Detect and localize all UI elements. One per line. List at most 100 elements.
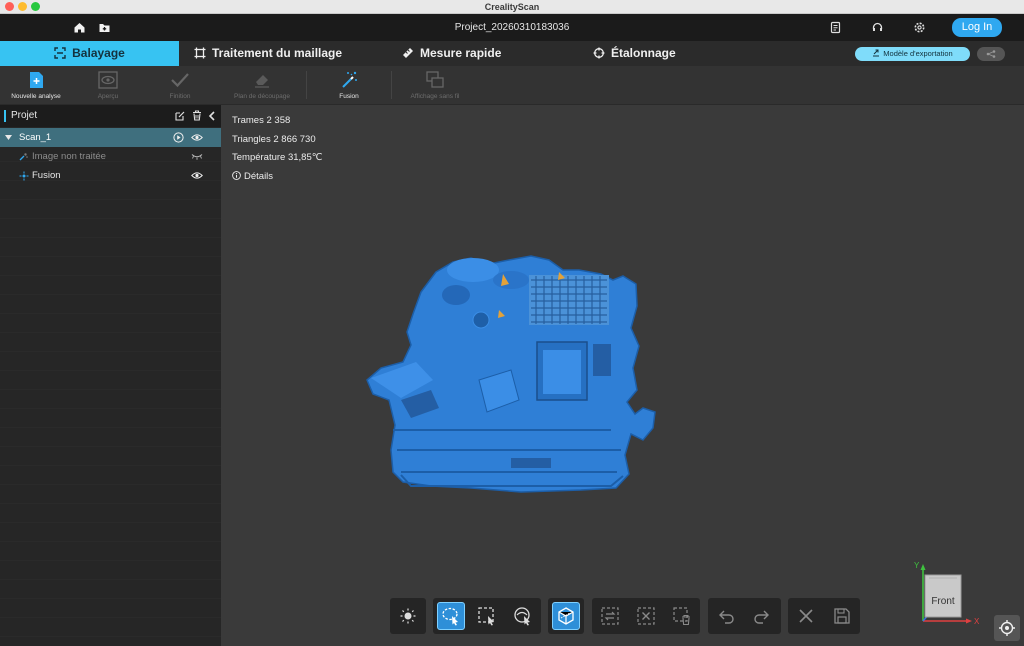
visibility-eye-icon[interactable] bbox=[191, 133, 203, 142]
settings-gear-icon[interactable] bbox=[913, 21, 926, 34]
fusion-label: Fusion bbox=[339, 93, 359, 100]
new-scan-button[interactable]: Nouvelle analyse bbox=[5, 70, 67, 100]
invert-selection-icon bbox=[601, 607, 619, 625]
project-panel-header: Projet bbox=[0, 105, 221, 127]
tab-traitement-maillage[interactable]: Traitement du maillage bbox=[194, 41, 342, 66]
orientation-cube[interactable]: Front Y X bbox=[911, 560, 1001, 630]
notes-icon[interactable] bbox=[829, 21, 842, 34]
clear-selection-button[interactable] bbox=[632, 602, 660, 630]
collapse-chevron-icon[interactable] bbox=[208, 111, 216, 121]
3d-viewport[interactable]: Trames 2 358 Triangles 2 866 730 Tempéra… bbox=[221, 105, 1024, 646]
tab-mesure-label: Mesure rapide bbox=[420, 46, 502, 60]
tree-item-raw-image[interactable]: Image non traitée bbox=[0, 147, 221, 166]
model-detail bbox=[593, 344, 611, 376]
share-button[interactable] bbox=[977, 47, 1005, 61]
mesh-icon bbox=[194, 47, 206, 59]
wireless-display-button[interactable]: Affichage sans fil bbox=[404, 70, 466, 100]
hidden-eye-icon[interactable] bbox=[191, 153, 203, 160]
expand-triangle-icon[interactable] bbox=[5, 135, 12, 140]
y-axis-arrow bbox=[920, 564, 926, 570]
accent-bar bbox=[4, 110, 6, 122]
close-icon bbox=[799, 609, 813, 623]
delete-selection-icon bbox=[673, 607, 690, 626]
window-title-bar: CrealityScan bbox=[0, 0, 1024, 14]
y-axis-label: Y bbox=[914, 561, 920, 570]
scanned-mesh-model[interactable] bbox=[361, 250, 661, 495]
invert-selection-button[interactable] bbox=[596, 602, 624, 630]
main-tab-bar: Balayage Traitement du maillage Mesure r… bbox=[0, 41, 1024, 66]
model-detail bbox=[472, 311, 490, 329]
trash-icon[interactable] bbox=[192, 110, 202, 121]
edit-icon[interactable] bbox=[175, 111, 185, 121]
redo-button[interactable] bbox=[748, 602, 776, 630]
app-window: CrealityScan Project_20260310183036 Log … bbox=[0, 0, 1024, 646]
play-icon[interactable] bbox=[173, 132, 184, 143]
light-bulb-icon bbox=[400, 608, 416, 624]
lighting-group bbox=[390, 598, 426, 634]
tree-item-fusion[interactable]: Fusion bbox=[0, 166, 221, 185]
delete-selection-button[interactable] bbox=[668, 602, 696, 630]
preview-button[interactable]: Aperçu bbox=[88, 70, 128, 100]
undo-icon bbox=[719, 610, 734, 624]
ruler-icon bbox=[403, 48, 413, 58]
brush-select-icon bbox=[514, 607, 530, 626]
surface-select-button[interactable] bbox=[509, 602, 537, 630]
lasso-icon bbox=[442, 607, 458, 626]
screen-mirror-icon bbox=[426, 71, 444, 88]
tree-item-raw-image-label: Image non traitée bbox=[32, 151, 106, 162]
finish-button[interactable]: Finition bbox=[160, 70, 200, 100]
undo-button[interactable] bbox=[712, 602, 740, 630]
wireless-display-label: Affichage sans fil bbox=[410, 93, 460, 100]
redo-icon bbox=[754, 610, 769, 624]
toolbar-separator bbox=[391, 71, 392, 99]
tab-balayage[interactable]: Balayage bbox=[0, 41, 179, 66]
temperature-value: Température 31,85℃ bbox=[232, 152, 323, 163]
login-button[interactable]: Log In bbox=[952, 18, 1002, 37]
model-detail bbox=[493, 271, 529, 289]
reset-view-button[interactable] bbox=[994, 615, 1020, 641]
save-edit-button[interactable] bbox=[828, 602, 856, 630]
export-arrow-icon bbox=[873, 49, 880, 57]
tab-mesure-rapide[interactable]: Mesure rapide bbox=[402, 41, 501, 66]
model-detail bbox=[543, 350, 581, 394]
rectangle-select-button[interactable] bbox=[473, 602, 501, 630]
fusion-button[interactable]: Fusion bbox=[330, 70, 368, 100]
visibility-eye-icon[interactable] bbox=[191, 171, 203, 180]
model-grid-panel bbox=[529, 275, 609, 325]
window-title: CrealityScan bbox=[484, 2, 540, 12]
toolbar-separator bbox=[306, 71, 307, 99]
front-label: Front bbox=[931, 596, 955, 607]
eraser-icon bbox=[255, 75, 269, 88]
info-icon bbox=[232, 170, 241, 180]
model-detail bbox=[447, 258, 499, 282]
support-headset-icon[interactable] bbox=[871, 21, 884, 34]
magic-wand-icon bbox=[342, 71, 357, 88]
export-model-button[interactable]: Modèle d'exportation bbox=[855, 47, 970, 61]
checkmark-icon bbox=[171, 73, 189, 88]
project-sidebar: Projet Scan_1 Image non traitée Fusion bbox=[0, 105, 221, 646]
crosshair-icon bbox=[593, 47, 605, 59]
new-document-icon bbox=[29, 72, 43, 88]
details-link[interactable]: Détails bbox=[232, 168, 322, 187]
through-select-button[interactable] bbox=[552, 602, 580, 630]
selection-group bbox=[433, 598, 541, 634]
preview-label: Aperçu bbox=[97, 93, 119, 100]
export-model-label: Modèle d'exportation bbox=[883, 49, 953, 58]
cube-icon bbox=[558, 607, 574, 625]
lasso-select-button[interactable] bbox=[437, 602, 465, 630]
lighting-button[interactable] bbox=[394, 602, 422, 630]
locate-target-icon bbox=[999, 620, 1015, 636]
tree-item-scan[interactable]: Scan_1 bbox=[0, 128, 221, 147]
tab-etalonnage-label: Étalonnage bbox=[611, 46, 676, 60]
cut-plane-label: Plan de découpage bbox=[233, 93, 291, 100]
cancel-edit-button[interactable] bbox=[792, 602, 820, 630]
x-axis-label: X bbox=[974, 617, 980, 626]
tree-item-scan-label: Scan_1 bbox=[19, 132, 52, 143]
model-detail bbox=[511, 458, 551, 468]
edit-confirm-group bbox=[788, 598, 860, 634]
tab-etalonnage[interactable]: Étalonnage bbox=[593, 41, 676, 66]
cut-plane-button[interactable]: Plan de découpage bbox=[226, 70, 298, 100]
raw-points-icon bbox=[19, 153, 28, 161]
x-axis-arrow bbox=[966, 618, 972, 624]
triangles-count: Triangles 2 866 730 bbox=[232, 133, 316, 145]
